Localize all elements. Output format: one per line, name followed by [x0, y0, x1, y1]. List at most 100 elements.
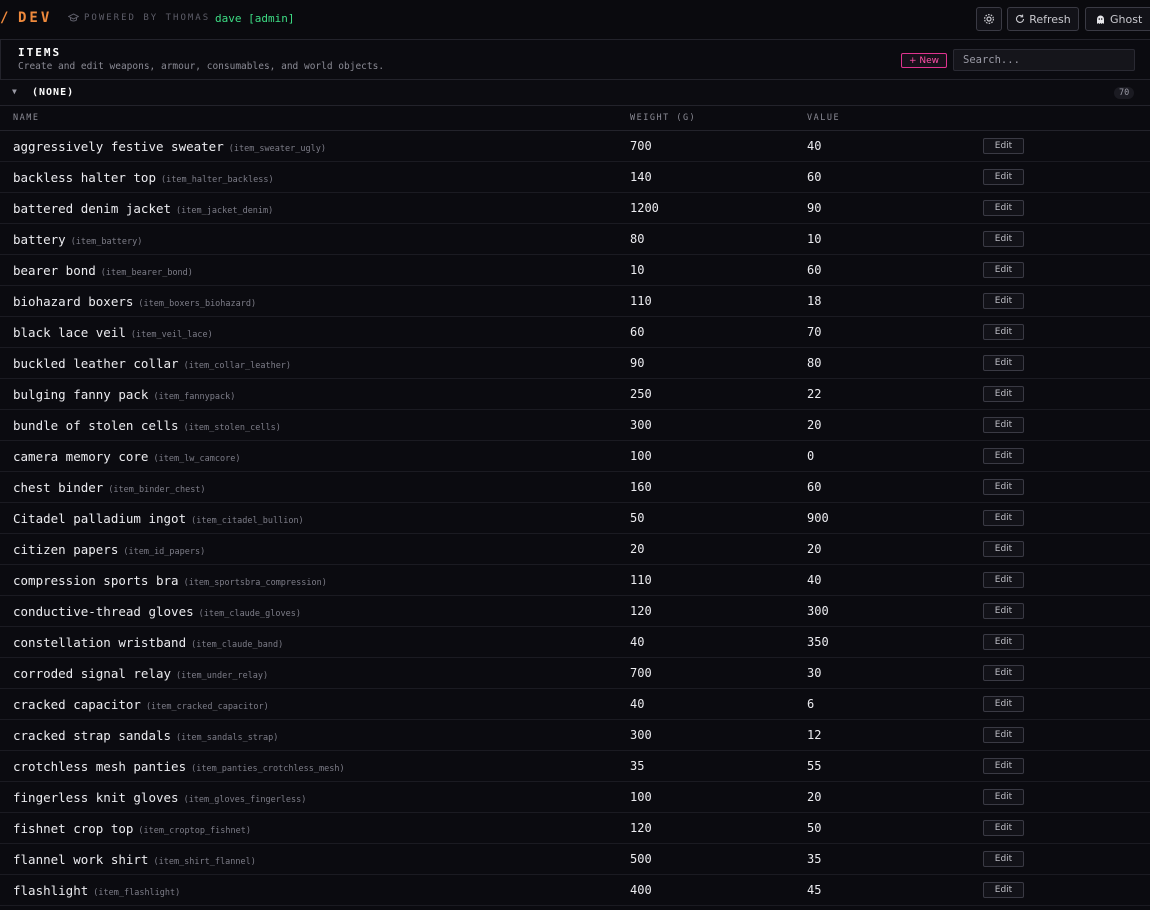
gear-icon	[983, 13, 995, 25]
edit-button[interactable]: Edit	[983, 448, 1024, 464]
item-name: battery (item_battery)	[13, 232, 142, 247]
edit-button[interactable]: Edit	[983, 169, 1024, 185]
table-row[interactable]: corroded signal relay (item_under_relay) 7…	[0, 658, 1150, 689]
item-weight: 140	[630, 170, 652, 184]
page-title: ITEMS	[18, 46, 62, 59]
item-weight: 100	[630, 449, 652, 463]
table-row[interactable]: conductive-thread gloves (item_claude_glo…	[0, 596, 1150, 627]
table-row[interactable]: chest binder (item_binder_chest) 160 60 Edit	[0, 472, 1150, 503]
table-row[interactable]: Citadel palladium ingot (item_citadel_bul…	[0, 503, 1150, 534]
item-value: 40	[807, 573, 822, 587]
table-row[interactable]: black lace veil (item_veil_lace) 60 70 Edit	[0, 317, 1150, 348]
item-value: 20	[807, 542, 822, 556]
edit-button[interactable]: Edit	[983, 572, 1024, 588]
table-row[interactable]: biohazard boxers (item_boxers_biohazard) 1…	[0, 286, 1150, 317]
item-name-text: cracked strap sandals	[13, 728, 172, 743]
group-label: (NONE)	[32, 87, 75, 98]
items-panel-header: ITEMS Create and edit weapons, armour, c…	[0, 40, 1150, 80]
group-header[interactable]: ▼ (NONE) 70	[0, 80, 1150, 106]
item-value: 18	[807, 294, 822, 308]
table-row[interactable]: cracked strap sandals (item_sandals_strap…	[0, 720, 1150, 751]
item-weight: 35	[630, 759, 645, 773]
search-input[interactable]	[953, 49, 1135, 71]
edit-button[interactable]: Edit	[983, 541, 1024, 557]
table-row[interactable]: aggressively festive sweater (item_sweate…	[0, 131, 1150, 162]
table-row[interactable]: bundle of stolen cells (item_stolen_cells…	[0, 410, 1150, 441]
edit-button[interactable]: Edit	[983, 293, 1024, 309]
item-id: (item_cracked_capacitor)	[145, 702, 269, 712]
table-row[interactable]: camera memory core (item_lw_camcore) 100 0 E…	[0, 441, 1150, 472]
ghost-button[interactable]: Ghost	[1085, 7, 1150, 31]
item-value: 10	[807, 232, 822, 246]
table-row[interactable]: bulging fanny pack (item_fannypack) 250 22 E…	[0, 379, 1150, 410]
table-row[interactable]: battery (item_battery) 80 10 Edit	[0, 224, 1150, 255]
edit-button[interactable]: Edit	[983, 355, 1024, 371]
table-row[interactable]: fingerless knit gloves (item_gloves_finge…	[0, 782, 1150, 813]
edit-button[interactable]: Edit	[983, 603, 1024, 619]
column-name[interactable]: NAME	[13, 113, 39, 123]
edit-button[interactable]: Edit	[983, 696, 1024, 712]
edit-button[interactable]: Edit	[983, 231, 1024, 247]
edit-button[interactable]: Edit	[983, 820, 1024, 836]
refresh-button[interactable]: Refresh	[1007, 7, 1079, 31]
item-value: 60	[807, 263, 822, 277]
item-value: 300	[807, 604, 829, 618]
brand-mark: /	[0, 10, 9, 26]
item-id: (item_sweater_ugly)	[228, 144, 326, 154]
edit-button[interactable]: Edit	[983, 851, 1024, 867]
edit-button[interactable]: Edit	[983, 200, 1024, 216]
item-name: conductive-thread gloves (item_claude_glo…	[13, 604, 301, 619]
item-name: compression sports bra (item_sportsbra_co…	[13, 573, 327, 588]
table-row[interactable]: buckled leather collar (item_collar_leath…	[0, 348, 1150, 379]
edit-button[interactable]: Edit	[983, 324, 1024, 340]
table-row[interactable]: battered denim jacket (item_jacket_denim)…	[0, 193, 1150, 224]
item-name: biohazard boxers (item_boxers_biohazard)	[13, 294, 256, 309]
item-weight: 400	[630, 883, 652, 897]
column-value[interactable]: VALUE	[807, 113, 840, 123]
item-name: camera memory core (item_lw_camcore)	[13, 449, 240, 464]
item-id: (item_sportsbra_compression)	[183, 578, 327, 588]
edit-button[interactable]: Edit	[983, 138, 1024, 154]
table-row[interactable]: cracked capacitor (item_cracked_capacitor…	[0, 689, 1150, 720]
edit-button[interactable]: Edit	[983, 479, 1024, 495]
settings-button[interactable]	[976, 7, 1002, 31]
edit-button[interactable]: Edit	[983, 665, 1024, 681]
table-row[interactable]: constellation wristband (item_claude_band…	[0, 627, 1150, 658]
item-value: 12	[807, 728, 822, 742]
edit-button[interactable]: Edit	[983, 386, 1024, 402]
table-row[interactable]: flannel work shirt (item_shirt_flannel) 50…	[0, 844, 1150, 875]
edit-button[interactable]: Edit	[983, 758, 1024, 774]
item-name-text: biohazard boxers	[13, 294, 134, 309]
table-row[interactable]: citizen papers (item_id_papers) 20 20 Edit	[0, 534, 1150, 565]
item-value: 35	[807, 852, 822, 866]
item-weight: 250	[630, 387, 652, 401]
item-value: 0	[807, 449, 815, 463]
edit-button[interactable]: Edit	[983, 510, 1024, 526]
new-item-button[interactable]: + New	[901, 53, 947, 68]
item-name-text: bundle of stolen cells	[13, 418, 179, 433]
item-weight: 300	[630, 418, 652, 432]
table-row[interactable]: compression sports bra (item_sportsbra_co…	[0, 565, 1150, 596]
edit-button[interactable]: Edit	[983, 634, 1024, 650]
item-name: chest binder (item_binder_chest)	[13, 480, 206, 495]
item-name: bulging fanny pack (item_fannypack)	[13, 387, 235, 402]
edit-button[interactable]: Edit	[983, 789, 1024, 805]
item-name-text: flashlight	[13, 883, 89, 898]
table-row[interactable]: bearer bond (item_bearer_bond) 10 60 Edit	[0, 255, 1150, 286]
edit-button[interactable]: Edit	[983, 727, 1024, 743]
table-row[interactable]: flashlight (item_flashlight) 400 45 Edit	[0, 875, 1150, 906]
caret-down-icon[interactable]: ▼	[12, 87, 17, 96]
table-row[interactable]: fishnet crop top (item_croptop_fishnet) 12…	[0, 813, 1150, 844]
item-value: 900	[807, 511, 829, 525]
item-value: 60	[807, 480, 822, 494]
items-table-body: aggressively festive sweater (item_sweate…	[0, 131, 1150, 906]
edit-button[interactable]: Edit	[983, 262, 1024, 278]
table-row[interactable]: backless halter top (item_halter_backless…	[0, 162, 1150, 193]
column-weight[interactable]: WEIGHT (G)	[630, 113, 696, 123]
edit-button[interactable]: Edit	[983, 882, 1024, 898]
item-weight: 110	[630, 573, 652, 587]
item-name: fingerless knit gloves (item_gloves_finge…	[13, 790, 306, 805]
item-weight: 110	[630, 294, 652, 308]
edit-button[interactable]: Edit	[983, 417, 1024, 433]
table-row[interactable]: crotchless mesh panties (item_panties_cro…	[0, 751, 1150, 782]
